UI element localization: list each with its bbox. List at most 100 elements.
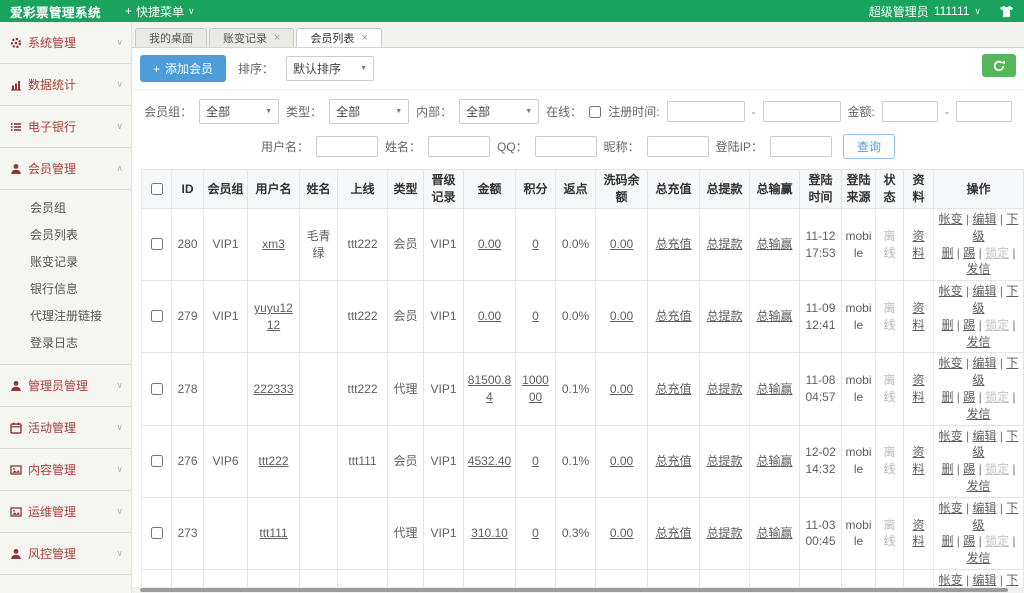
op-link[interactable]: 删: [941, 390, 953, 404]
cell-amount-link[interactable]: 310.10: [471, 526, 508, 540]
op-link[interactable]: 发信: [966, 407, 990, 421]
sidebar-item-8[interactable]: 风控管理∨: [0, 533, 131, 575]
sort-select[interactable]: 默认排序 ▼: [286, 56, 374, 81]
op-link[interactable]: 锁定: [985, 246, 1009, 260]
cell-total-winlose-link[interactable]: 总输赢: [756, 382, 792, 396]
op-link[interactable]: 发信: [966, 479, 990, 493]
cell-amount-link[interactable]: 81500.84: [468, 373, 511, 404]
sidebar-item-4[interactable]: 管理员管理∨: [0, 365, 131, 407]
sidebar-item-1[interactable]: 数据统计∨: [0, 64, 131, 106]
cell-wash-balance-link[interactable]: 0.00: [610, 382, 633, 396]
cell-profile-link[interactable]: 资料: [912, 229, 924, 260]
cell-amount-link[interactable]: 0.00: [478, 237, 501, 251]
refresh-button[interactable]: [982, 54, 1016, 77]
quick-menu-button[interactable]: + 快捷菜单 ∨: [125, 3, 195, 20]
internal-select[interactable]: 全部 ▼: [459, 99, 539, 124]
select-all-checkbox[interactable]: [151, 183, 163, 195]
add-member-button[interactable]: + 添加会员: [140, 55, 226, 82]
cell-wash-balance-link[interactable]: 0.00: [610, 526, 633, 540]
theme-tshirt-icon[interactable]: [999, 5, 1014, 18]
tab-1[interactable]: 账变记录×: [209, 28, 294, 47]
op-link[interactable]: 编辑: [972, 573, 996, 587]
cell-points-link[interactable]: 0: [532, 454, 539, 468]
type-select[interactable]: 全部 ▼: [329, 99, 409, 124]
op-link[interactable]: 编辑: [972, 284, 996, 298]
op-link[interactable]: 编辑: [972, 356, 996, 370]
login-ip-input[interactable]: [770, 136, 832, 157]
member-group-select[interactable]: 全部 ▼: [199, 99, 279, 124]
horizontal-scrollbar[interactable]: [132, 587, 1024, 593]
sidebar-subitem[interactable]: 登录日志: [0, 329, 131, 356]
cell-amount-link[interactable]: 0.00: [478, 309, 501, 323]
sidebar-subitem[interactable]: 账变记录: [0, 248, 131, 275]
cell-points-link[interactable]: 100000: [522, 373, 549, 404]
cell-points-link[interactable]: 0: [532, 526, 539, 540]
cell-points-link[interactable]: 0: [532, 309, 539, 323]
op-link[interactable]: 锁定: [985, 462, 1009, 476]
op-link[interactable]: 发信: [966, 262, 990, 276]
op-link[interactable]: 帐变: [939, 501, 963, 515]
cell-total-withdraw-link[interactable]: 总提款: [706, 526, 742, 540]
sidebar-item-3[interactable]: 会员管理∧: [0, 148, 131, 190]
cell-username-link[interactable]: ttt111: [259, 526, 287, 540]
regtime-from-input[interactable]: [667, 101, 745, 122]
cell-wash-balance-link[interactable]: 0.00: [610, 237, 633, 251]
row-checkbox[interactable]: [151, 238, 163, 250]
op-link[interactable]: 踢: [963, 390, 975, 404]
cell-profile-link[interactable]: 资料: [912, 301, 924, 332]
cell-total-recharge-link[interactable]: 总充值: [655, 382, 691, 396]
admin-menu[interactable]: 超级管理员 111111 ∨: [869, 3, 981, 20]
cell-profile-link[interactable]: 资料: [912, 445, 924, 476]
cell-wash-balance-link[interactable]: 0.00: [610, 454, 633, 468]
cell-total-withdraw-link[interactable]: 总提款: [706, 382, 742, 396]
op-link[interactable]: 踢: [963, 534, 975, 548]
cell-username-link[interactable]: yuyu1212: [254, 301, 293, 332]
cell-amount-link[interactable]: 4532.40: [468, 454, 511, 468]
sidebar-subitem[interactable]: 银行信息: [0, 275, 131, 302]
online-checkbox[interactable]: [589, 106, 601, 118]
row-checkbox[interactable]: [151, 310, 163, 322]
close-icon[interactable]: ×: [361, 32, 367, 44]
sidebar-item-7[interactable]: 运维管理∨: [0, 491, 131, 533]
op-link[interactable]: 帐变: [939, 284, 963, 298]
cell-total-winlose-link[interactable]: 总输赢: [756, 454, 792, 468]
cell-total-withdraw-link[interactable]: 总提款: [706, 237, 742, 251]
op-link[interactable]: 发信: [966, 335, 990, 349]
op-link[interactable]: 锁定: [985, 390, 1009, 404]
op-link[interactable]: 帐变: [939, 429, 963, 443]
nickname-input[interactable]: [647, 136, 709, 157]
cell-username-link[interactable]: 222333: [253, 382, 293, 396]
op-link[interactable]: 锁定: [985, 534, 1009, 548]
cell-wash-balance-link[interactable]: 0.00: [610, 309, 633, 323]
op-link[interactable]: 编辑: [972, 212, 996, 226]
sidebar-item-2[interactable]: 电子银行∨: [0, 106, 131, 148]
cell-total-withdraw-link[interactable]: 总提款: [706, 454, 742, 468]
sidebar-subitem[interactable]: 会员列表: [0, 221, 131, 248]
op-link[interactable]: 踢: [963, 318, 975, 332]
search-button[interactable]: 查询: [843, 134, 895, 159]
sidebar-subitem[interactable]: 代理注册链接: [0, 302, 131, 329]
username-input[interactable]: [316, 136, 378, 157]
row-checkbox[interactable]: [151, 383, 163, 395]
op-link[interactable]: 发信: [966, 551, 990, 565]
row-checkbox[interactable]: [151, 527, 163, 539]
cell-profile-link[interactable]: 资料: [912, 373, 924, 404]
name-input[interactable]: [428, 136, 490, 157]
sidebar-item-6[interactable]: 内容管理∨: [0, 449, 131, 491]
op-link[interactable]: 帐变: [939, 356, 963, 370]
amount-to-input[interactable]: [956, 101, 1012, 122]
op-link[interactable]: 帐变: [939, 212, 963, 226]
cell-total-winlose-link[interactable]: 总输赢: [756, 237, 792, 251]
cell-username-link[interactable]: xm3: [262, 237, 285, 251]
op-link[interactable]: 编辑: [972, 501, 996, 515]
regtime-to-input[interactable]: [763, 101, 841, 122]
sidebar-subitem[interactable]: 会员组: [0, 194, 131, 221]
amount-from-input[interactable]: [882, 101, 938, 122]
op-link[interactable]: 踢: [963, 246, 975, 260]
cell-points-link[interactable]: 0: [532, 237, 539, 251]
cell-total-recharge-link[interactable]: 总充值: [655, 526, 691, 540]
cell-username-link[interactable]: ttt222: [258, 454, 288, 468]
cell-total-recharge-link[interactable]: 总充值: [655, 237, 691, 251]
op-link[interactable]: 删: [941, 246, 953, 260]
cell-total-winlose-link[interactable]: 总输赢: [756, 309, 792, 323]
